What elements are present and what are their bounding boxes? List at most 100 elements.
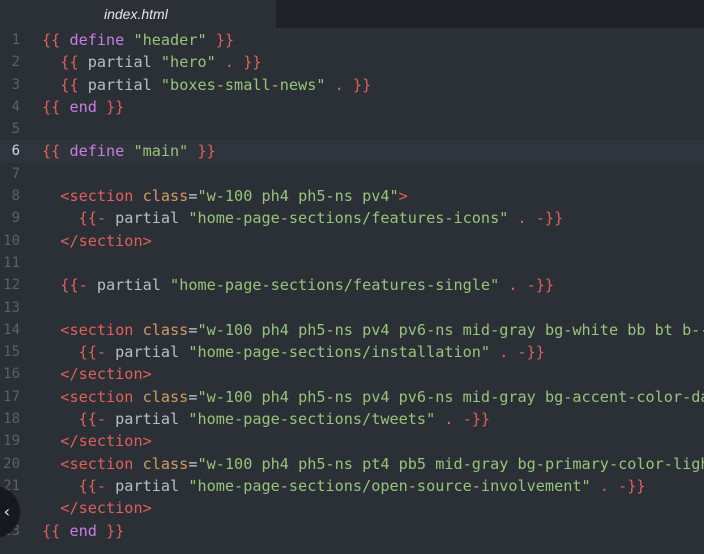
line-number: 20 (3, 455, 20, 472)
code-token: }} (188, 142, 216, 161)
code-editor[interactable]: index.html 1 {{ define "header" }} 2 {{ pa… (0, 0, 704, 554)
tab-index-html[interactable]: index.html (0, 0, 276, 28)
line-text: {{ define "header" }} (42, 29, 234, 51)
code-token: class (142, 454, 189, 473)
code-area[interactable]: 1 {{ define "header" }} 2 {{ partial "hero… (0, 29, 704, 542)
code-token: </section> (60, 365, 152, 384)
code-token: partial (96, 276, 161, 295)
line-number: 15 (3, 344, 20, 361)
code-token: }} (96, 97, 125, 116)
code-line[interactable]: 6 {{ define "main" }} (0, 140, 704, 163)
code-line[interactable]: 13 (0, 297, 704, 319)
code-line[interactable]: 23{{ end }} (0, 520, 704, 542)
code-token: "home-page-sections/features-icons" (188, 209, 509, 228)
code-token: }} (96, 521, 125, 540)
code-token: "home-page-sections/tweets" (188, 410, 436, 429)
code-token: "boxes-small-news" (160, 75, 326, 94)
line-text: </section> (42, 230, 151, 252)
code-token: {{ (42, 97, 70, 116)
code-line[interactable]: 22 </section> (0, 497, 704, 519)
code-token: . }} (325, 75, 372, 94)
code-token: "w-100 ph4 ph5-ns pv4" (197, 187, 399, 206)
code-line[interactable]: 10 </section> (0, 230, 704, 252)
code-line[interactable]: 19 </section> (0, 430, 704, 452)
line-number: 4 (11, 98, 20, 115)
code-token: . }} (215, 53, 262, 72)
line-text: <section class="w-100 ph4 ph5-ns pt4 pb5… (42, 453, 704, 475)
line-text: {{ define "main" }} (42, 140, 216, 162)
code-line[interactable]: 17 <section class="w-100 ph4 ph5-ns pv4 … (0, 386, 704, 408)
code-line[interactable]: 7 (0, 163, 704, 185)
line-number: 3 (11, 76, 20, 93)
line-text: {{- partial "home-page-sections/installa… (42, 341, 545, 363)
line-text: </section> (42, 430, 151, 452)
code-token: "home-page-sections/open-source-involvem… (188, 476, 591, 495)
code-line[interactable]: 2 {{ partial "hero" . }} (0, 51, 704, 73)
line-number: 10 (3, 232, 20, 249)
code-token: </section> (60, 499, 152, 518)
code-token: {{- (60, 276, 97, 295)
code-line[interactable]: 8 <section class="w-100 ph4 ph5-ns pv4"> (0, 185, 704, 207)
code-token: <section (60, 454, 134, 473)
code-token: partial (87, 53, 152, 72)
code-token: }} (206, 31, 235, 49)
code-line[interactable]: 4 {{ end }} (0, 96, 704, 118)
code-token: class (142, 387, 189, 406)
line-number: 1 (11, 32, 20, 48)
line-number: 7 (11, 165, 20, 182)
line-number: 18 (3, 411, 20, 428)
code-token: . -}} (508, 209, 564, 228)
code-token: partial (115, 410, 180, 429)
line-text: {{ partial "boxes-small-news" . }} (42, 74, 371, 96)
tab-bar: index.html (0, 0, 704, 28)
code-line[interactable]: 11 (0, 252, 704, 274)
code-line[interactable]: 12 {{- partial "home-page-sections/featu… (0, 274, 704, 296)
code-token: {{ (42, 31, 70, 49)
code-token: partial (115, 209, 180, 228)
code-token: define (69, 31, 125, 49)
code-token: "home-page-sections/features-single" (170, 276, 500, 295)
code-line[interactable]: 14 <section class="w-100 ph4 ph5-ns pv4 … (0, 319, 704, 341)
code-token: . -}} (490, 343, 545, 362)
code-line[interactable]: 1 {{ define "header" }} (0, 29, 704, 51)
line-number: 13 (3, 299, 20, 316)
code-line[interactable]: 9 {{- partial "home-page-sections/featur… (0, 207, 704, 229)
code-line[interactable]: 21 {{- partial "home-page-sections/open-… (0, 475, 704, 497)
line-text: {{ end }} (42, 96, 124, 118)
code-token: "w-100 ph4 ph5-ns pv4 pv6-ns mid-gray bg… (197, 387, 704, 406)
code-token: . -}} (499, 276, 555, 295)
line-number: 12 (3, 277, 20, 294)
code-token: . -}} (590, 476, 646, 495)
code-token: {{ (42, 142, 70, 161)
code-line[interactable]: 15 {{- partial "home-page-sections/insta… (0, 341, 704, 363)
code-line[interactable]: 5 (0, 118, 704, 140)
code-line[interactable]: 18 {{- partial "home-page-sections/tweet… (0, 408, 704, 430)
code-line[interactable]: 3 {{ partial "boxes-small-news" . }} (0, 74, 704, 96)
code-token: {{- (78, 343, 116, 362)
code-line[interactable]: 16 </section> (0, 363, 704, 385)
line-number: 9 (11, 210, 20, 227)
code-line[interactable]: 20 <section class="w-100 ph4 ph5-ns pt4 … (0, 453, 704, 475)
code-token: class (142, 320, 189, 339)
line-text: {{ partial "hero" . }} (42, 51, 262, 73)
code-token: > (398, 187, 408, 206)
code-token: "home-page-sections/installation" (188, 343, 491, 362)
code-token: "w-100 ph4 ph5-ns pt4 pb5 mid-gray bg-pr… (197, 454, 704, 473)
line-number: 14 (3, 321, 20, 338)
